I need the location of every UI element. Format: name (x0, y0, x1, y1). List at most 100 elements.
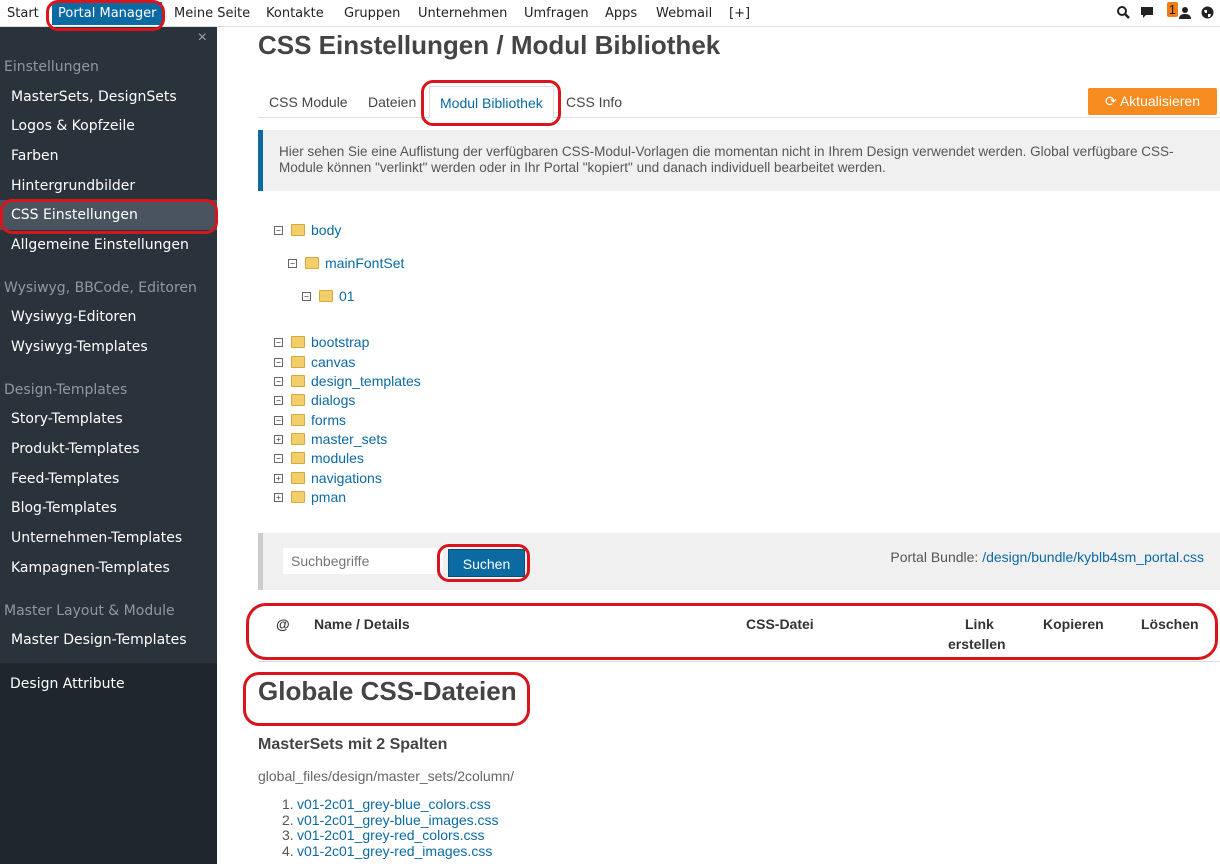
sidebar-item-produkt[interactable]: Produkt-Templates (11, 441, 140, 457)
col-delete: Löschen (1141, 616, 1199, 632)
nav-umfragen[interactable]: Umfragen (524, 0, 589, 27)
tree-label[interactable]: mainFontSet (325, 255, 404, 271)
file-link[interactable]: v01-2c01_grey-red_colors.css (297, 827, 485, 843)
collapse-icon[interactable]: − (274, 377, 283, 386)
nav-apps[interactable]: Apps (605, 0, 637, 27)
sidebar-item-story[interactable]: Story-Templates (11, 411, 123, 427)
tree-node-canvas[interactable]: − canvas (274, 354, 355, 370)
tree-label[interactable]: bootstrap (311, 334, 369, 350)
tree-label[interactable]: forms (311, 412, 346, 428)
sidebar-item-wysiwyg-templates[interactable]: Wysiwyg-Templates (11, 339, 148, 355)
tab-css-module[interactable]: CSS Module (269, 86, 348, 118)
table-header: @ Name / Details CSS-Datei Link erstelle… (258, 607, 1220, 662)
list-item: 1. v01-2c01_grey-blue_colors.css (282, 796, 491, 812)
tab-bar: CSS Module Dateien Modul Bibliothek CSS … (258, 86, 1220, 118)
file-link[interactable]: v01-2c01_grey-blue_colors.css (297, 796, 491, 812)
nav-unternehmen[interactable]: Unternehmen (418, 0, 507, 27)
collapse-icon[interactable]: − (274, 416, 283, 425)
tree-node-forms[interactable]: − forms (274, 412, 346, 428)
section-einstellungen: Einstellungen (4, 59, 99, 75)
tree-label[interactable]: navigations (311, 470, 382, 486)
expand-icon[interactable]: + (274, 474, 283, 483)
tab-dateien[interactable]: Dateien (368, 86, 416, 118)
collapse-icon[interactable]: − (274, 454, 283, 463)
tree-node-navigations[interactable]: + navigations (274, 470, 382, 486)
list-item: 4. v01-2c01_grey-red_images.css (282, 842, 493, 859)
sidebar-item-wysiwyg-editoren[interactable]: Wysiwyg-Editoren (11, 309, 136, 325)
page-title: CSS Einstellungen / Modul Bibliothek (258, 30, 721, 60)
tree-node-design-templates[interactable]: − design_templates (274, 373, 421, 389)
portal-bundle-link[interactable]: /design/bundle/kyblb4sm_portal.css (982, 549, 1204, 565)
collapse-icon[interactable]: − (274, 338, 283, 347)
tree-label[interactable]: canvas (311, 354, 355, 370)
sidebar-item-logos[interactable]: Logos & Kopfzeile (11, 118, 135, 134)
nav-portal-manager[interactable]: Portal Manager (52, 2, 163, 25)
zoom-icon[interactable] (1117, 5, 1130, 22)
expand-icon[interactable]: + (274, 493, 283, 502)
user-icon[interactable] (1179, 6, 1191, 22)
folder-icon (291, 433, 305, 445)
nav-webmail[interactable]: Webmail (656, 0, 712, 27)
nav-kontakte[interactable]: Kontakte (266, 0, 324, 27)
col-css-file: CSS-Datei (746, 616, 814, 632)
tree-label[interactable]: design_templates (311, 373, 421, 389)
tab-css-info[interactable]: CSS Info (566, 86, 622, 118)
collapse-icon[interactable]: − (274, 396, 283, 405)
folder-icon (291, 472, 305, 484)
sidebar-item-farben[interactable]: Farben (11, 148, 58, 164)
tab-modul-bibliothek[interactable]: Modul Bibliothek (429, 86, 554, 118)
tree-label[interactable]: pman (311, 489, 346, 505)
expand-icon[interactable]: + (274, 435, 283, 444)
collapse-icon[interactable]: − (274, 226, 283, 235)
sidebar-item-unternehmen[interactable]: Unternehmen-Templates (11, 530, 182, 546)
tree-node-pman[interactable]: + pman (274, 489, 346, 505)
tree-label[interactable]: 01 (339, 288, 355, 304)
sidebar-item-master-design[interactable]: Master Design-Templates (11, 632, 187, 648)
nav-more[interactable]: [+] (729, 0, 750, 27)
sidebar-item-mastersets[interactable]: MasterSets, DesignSets (11, 89, 177, 105)
aktualisieren-button[interactable]: ⟳ Aktualisieren (1088, 88, 1217, 115)
suchen-button[interactable]: Suchen (448, 549, 525, 577)
collapse-icon[interactable]: − (288, 259, 297, 268)
section-design-templates: Design-Templates (4, 382, 128, 398)
section-editoren: Wysiwyg, BBCode, Editoren (4, 280, 197, 296)
folder-icon (291, 394, 305, 406)
sidebar-item-feed[interactable]: Feed-Templates (11, 471, 119, 487)
collapse-icon[interactable]: − (274, 358, 283, 367)
mastersets-subheading: MasterSets mit 2 Spalten (258, 736, 448, 753)
chat-icon[interactable]: 1 (1140, 1, 1178, 22)
close-icon[interactable]: × (198, 29, 207, 47)
sidebar-item-design-attribute[interactable]: Design Attribute (10, 676, 125, 692)
tree-label[interactable]: dialogs (311, 392, 355, 408)
tree-node-dialogs[interactable]: − dialogs (274, 392, 355, 408)
tree-label[interactable]: master_sets (311, 431, 387, 447)
tree-node-master-sets[interactable]: + master_sets (274, 431, 387, 447)
sidebar-item-css-einstellungen[interactable]: CSS Einstellungen (11, 207, 138, 223)
tree-label[interactable]: modules (311, 450, 364, 466)
tree-label[interactable]: body (311, 222, 341, 238)
sidebar-item-kampagnen[interactable]: Kampagnen-Templates (11, 560, 170, 576)
folder-icon (291, 414, 305, 426)
sidebar-bottom-panel (0, 663, 217, 864)
file-link[interactable]: v01-2c01_grey-red_images.css (297, 843, 492, 859)
nav-start[interactable]: Start (7, 0, 39, 27)
sidebar-item-hintergrund[interactable]: Hintergrundbilder (11, 178, 135, 194)
col-at: @ (276, 616, 290, 632)
tree-node-modules[interactable]: − modules (274, 450, 364, 466)
tree-node-bootstrap[interactable]: − bootstrap (274, 334, 369, 350)
sidebar-item-blog[interactable]: Blog-Templates (11, 500, 117, 516)
search-input[interactable] (283, 548, 443, 574)
nav-meine-seite[interactable]: Meine Seite (174, 0, 250, 27)
sidebar-item-allgemein[interactable]: Allgemeine Einstellungen (11, 237, 189, 253)
folder-icon (305, 257, 319, 269)
tree-node-body[interactable]: − body (274, 222, 341, 238)
tree-node-01[interactable]: − 01 (302, 288, 355, 304)
file-link[interactable]: v01-2c01_grey-blue_images.css (297, 812, 499, 828)
folder-icon (291, 224, 305, 236)
globe-icon[interactable] (1201, 6, 1214, 22)
collapse-icon[interactable]: − (302, 292, 311, 301)
top-navigation: Start Portal Manager Meine Seite Kontakt… (0, 0, 1220, 27)
folder-icon (291, 336, 305, 348)
nav-gruppen[interactable]: Gruppen (344, 0, 400, 27)
tree-node-mainfontset[interactable]: − mainFontSet (288, 255, 404, 271)
